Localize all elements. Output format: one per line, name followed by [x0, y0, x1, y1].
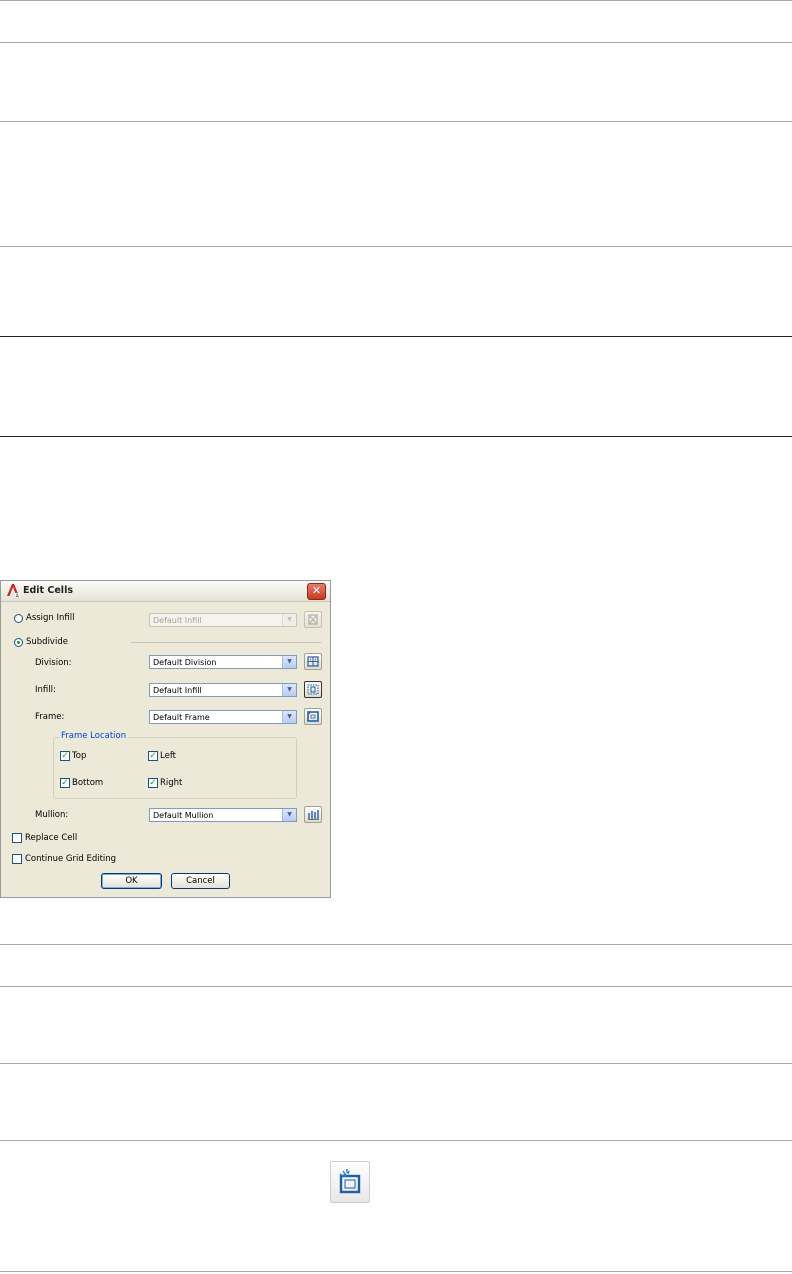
division-style-icon: [307, 656, 319, 667]
close-button[interactable]: ✕: [307, 583, 326, 600]
table-rule: [0, 121, 792, 122]
table-rule: [0, 336, 792, 337]
chevron-down-icon[interactable]: ▼: [282, 684, 296, 696]
left-checkbox[interactable]: ✓: [148, 751, 158, 761]
infill-edit-icon: [307, 684, 319, 695]
frame-select[interactable]: Default Frame ▼: [149, 710, 297, 724]
chevron-down-icon[interactable]: ▼: [282, 656, 296, 668]
infill-style-button: [304, 611, 322, 628]
dialog-title: Edit Cells: [23, 585, 73, 596]
autocad-app-icon: A: [7, 584, 20, 599]
mullion-value: Default Mullion: [153, 811, 214, 820]
edit-cells-tool-icon: [330, 1161, 370, 1203]
subdivide-radio[interactable]: [14, 638, 23, 647]
frame-location-title: Frame Location: [59, 731, 129, 741]
table-rule: [0, 1140, 792, 1141]
cancel-button[interactable]: Cancel: [171, 873, 230, 889]
infill-label: Infill:: [35, 685, 56, 695]
mullion-style-icon: [308, 810, 319, 820]
table-rule: [0, 1271, 792, 1272]
table-rule: [0, 42, 792, 43]
right-label: Right: [160, 778, 183, 788]
assign-infill-radio[interactable]: [14, 614, 23, 623]
division-value: Default Division: [153, 658, 217, 667]
mullion-label: Mullion:: [35, 810, 69, 820]
table-rule: [0, 246, 792, 247]
table-rule: [0, 944, 792, 945]
assign-infill-value: Default Infill: [153, 616, 202, 625]
mullion-style-button[interactable]: [304, 806, 322, 823]
division-label: Division:: [35, 658, 72, 668]
frame-style-icon: [307, 711, 319, 722]
chevron-down-icon: ▼: [282, 614, 296, 626]
left-label: Left: [160, 751, 176, 761]
svg-text:A: A: [16, 594, 20, 599]
frame-style-button[interactable]: [304, 708, 322, 725]
separator: [131, 642, 321, 643]
assign-infill-label: Assign Infill: [26, 613, 75, 623]
mullion-select[interactable]: Default Mullion ▼: [149, 808, 297, 822]
frame-location-group: [53, 737, 297, 799]
chevron-down-icon[interactable]: ▼: [282, 711, 296, 723]
grid-cell-edit-icon: [339, 1169, 361, 1194]
table-rule: [0, 436, 792, 437]
ok-button[interactable]: OK: [101, 873, 162, 889]
top-label: Top: [72, 751, 87, 761]
table-rule: [0, 1063, 792, 1064]
edit-cells-dialog: A Edit Cells ✕ Assign Infill Default Inf…: [0, 580, 331, 898]
dialog-titlebar[interactable]: A Edit Cells ✕: [1, 581, 330, 602]
continue-grid-editing-checkbox[interactable]: [12, 854, 22, 864]
table-rule: [0, 0, 792, 1]
bottom-label: Bottom: [72, 778, 104, 788]
frame-value: Default Frame: [153, 713, 210, 722]
assign-infill-select: Default Infill ▼: [149, 613, 297, 627]
infill-style-icon: [308, 614, 318, 625]
replace-cell-label: Replace Cell: [25, 833, 78, 843]
continue-grid-editing-label: Continue Grid Editing: [25, 854, 117, 864]
division-select[interactable]: Default Division ▼: [149, 655, 297, 669]
infill-edit-button[interactable]: [304, 681, 322, 698]
subdivide-label: Subdivide: [26, 637, 68, 647]
close-icon: ✕: [311, 584, 322, 597]
table-rule: [0, 986, 792, 987]
infill-select[interactable]: Default Infill ▼: [149, 683, 297, 697]
right-checkbox[interactable]: ✓: [148, 778, 158, 788]
bottom-checkbox[interactable]: ✓: [60, 778, 70, 788]
division-style-button[interactable]: [304, 653, 322, 670]
chevron-down-icon[interactable]: ▼: [282, 809, 296, 821]
top-checkbox[interactable]: ✓: [60, 751, 70, 761]
replace-cell-checkbox[interactable]: [12, 833, 22, 843]
frame-label: Frame:: [35, 712, 65, 722]
infill-value: Default Infill: [153, 686, 202, 695]
